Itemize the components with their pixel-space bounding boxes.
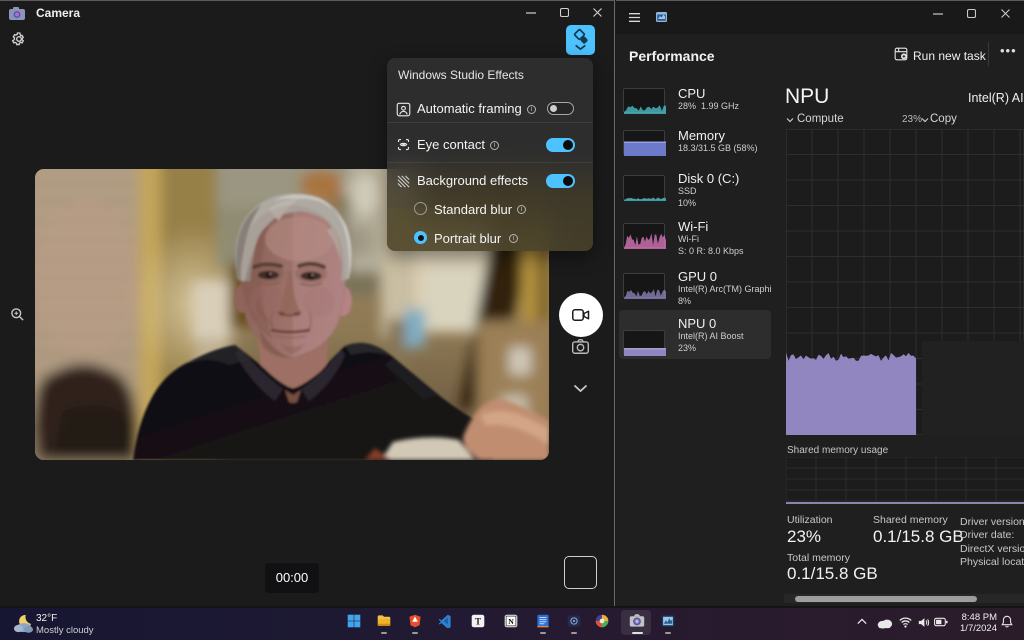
svg-text:T: T bbox=[475, 617, 481, 627]
svg-text:N: N bbox=[508, 617, 514, 626]
